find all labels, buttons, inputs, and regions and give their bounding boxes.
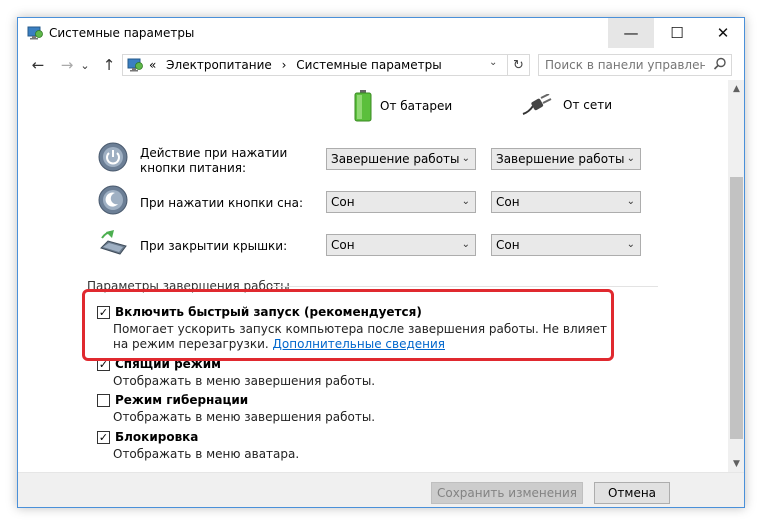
power-button-plugged-select[interactable]: Завершение работы ⌄ <box>491 148 641 170</box>
minimize-button[interactable]: — <box>608 18 654 48</box>
save-changes-button[interactable]: Сохранить изменения <box>431 482 583 504</box>
sleep-button-setting-row: При нажатии кнопки сна: Сон ⌄ Сон ⌄ <box>18 185 728 221</box>
cancel-button[interactable]: Отмена <box>594 482 670 504</box>
power-button-battery-select[interactable]: Завершение работы ⌄ <box>326 148 476 170</box>
lock-option: ✓ Блокировка Отображать в меню аватара. <box>97 430 697 464</box>
vertical-scrollbar[interactable]: ▲ ▼ <box>728 80 744 472</box>
recent-locations-button[interactable]: ⌄ <box>78 54 92 76</box>
select-value: Сон <box>331 195 355 209</box>
arrow-left-icon: ← <box>31 56 45 74</box>
power-plug-icon <box>522 94 552 115</box>
sleep-button-label: При нажатии кнопки сна: <box>140 196 304 210</box>
system-settings-window: Системные параметры — ☐ ✕ ← → ⌄ ↑ « Элек… <box>17 17 745 508</box>
select-value: Завершение работы <box>331 152 460 166</box>
sleep-option: ✓ Спящий режим Отображать в меню заверше… <box>97 357 697 391</box>
sleep-button-plugged-select[interactable]: Сон ⌄ <box>491 191 641 213</box>
plugged-column-label: От сети <box>563 98 613 112</box>
arrow-up-icon: ↑ <box>102 56 116 74</box>
lid-close-setting-row: При закрытии крышки: Сон ⌄ Сон ⌄ <box>18 228 728 264</box>
chevron-down-icon: ⌄ <box>626 153 635 164</box>
lid-close-label: При закрытии крышки: <box>140 239 288 253</box>
power-button-icon <box>98 142 128 172</box>
scrollbar-thumb[interactable] <box>730 177 743 439</box>
sleep-button-battery-select[interactable]: Сон ⌄ <box>326 191 476 213</box>
lock-description: Отображать в меню аватара. <box>113 447 300 461</box>
search-box[interactable] <box>538 54 732 76</box>
chevron-down-icon: ⌄ <box>461 196 470 207</box>
forward-button[interactable]: → <box>56 54 78 76</box>
minimize-icon: — <box>623 24 639 42</box>
maximize-button[interactable]: ☐ <box>654 18 700 48</box>
chevron-down-icon: ⌄ <box>461 239 470 250</box>
triangle-up-icon: ▲ <box>733 83 740 94</box>
lid-close-plugged-select[interactable]: Сон ⌄ <box>491 234 641 256</box>
fast-startup-description: Помогает ускорить запуск компьютера посл… <box>113 322 623 352</box>
close-button[interactable]: ✕ <box>700 18 744 48</box>
chevron-down-icon: ⌄ <box>461 153 470 164</box>
chevron-down-icon: ⌄ <box>80 58 90 72</box>
power-button-setting-row: Действие при нажатии кнопки питания: Зав… <box>18 142 728 178</box>
breadcrumb-system-settings[interactable]: Системные параметры <box>296 58 441 72</box>
triangle-down-icon: ▼ <box>733 458 740 469</box>
chevron-down-icon: ⌄ <box>626 196 635 207</box>
navigation-bar: ← → ⌄ ↑ « Электропитание › Системные пар… <box>18 50 744 80</box>
power-button-label: Действие при нажатии кнопки питания: <box>140 146 288 175</box>
breadcrumb-separator: › <box>281 58 287 72</box>
search-icon <box>713 57 726 70</box>
laptop-lid-icon <box>100 230 127 255</box>
lid-close-battery-select[interactable]: Сон ⌄ <box>326 234 476 256</box>
hibernate-description: Отображать в меню завершения работы. <box>113 410 376 424</box>
control-panel-icon <box>27 26 43 40</box>
select-value: Сон <box>496 238 520 252</box>
up-button[interactable]: ↑ <box>98 54 120 76</box>
back-button[interactable]: ← <box>27 54 49 76</box>
select-value: Завершение работы <box>496 152 625 166</box>
select-value: Сон <box>331 238 355 252</box>
battery-column-label: От батареи <box>380 99 453 113</box>
hibernate-title[interactable]: Режим гибернации <box>115 393 248 407</box>
settings-content: От батареи От сети Действие при нажатии … <box>18 80 728 472</box>
close-icon: ✕ <box>716 24 730 42</box>
breadcrumb-power-options[interactable]: Электропитание <box>166 58 272 72</box>
lock-title[interactable]: Блокировка <box>115 430 198 444</box>
control-panel-icon <box>127 58 143 72</box>
sleep-checkbox[interactable]: ✓ <box>97 358 110 371</box>
sleep-button-icon <box>98 185 128 215</box>
search-input[interactable] <box>545 57 705 73</box>
hibernate-option: Режим гибернации Отображать в меню завер… <box>97 393 697 427</box>
select-value: Сон <box>496 195 520 209</box>
footer-bar: Сохранить изменения Отмена <box>18 472 744 507</box>
breadcrumb: « Электропитание › Системные параметры <box>149 58 448 72</box>
section-divider <box>270 286 658 287</box>
scroll-up-button[interactable]: ▲ <box>728 80 744 97</box>
refresh-icon: ↻ <box>513 57 524 73</box>
title-bar[interactable]: Системные параметры — ☐ ✕ <box>18 18 744 48</box>
address-bar[interactable]: « Электропитание › Системные параметры ⌄… <box>122 54 530 76</box>
hibernate-checkbox[interactable] <box>97 394 110 407</box>
battery-icon <box>354 90 372 122</box>
fast-startup-title[interactable]: Включить быстрый запуск (рекомендуется) <box>115 305 422 319</box>
shutdown-section-title: Параметры завершения работы <box>87 279 290 293</box>
address-dropdown-icon[interactable]: ⌄ <box>489 57 497 68</box>
fast-startup-option: ✓ Включить быстрый запуск (рекомендуется… <box>97 305 697 355</box>
breadcrumb-overflow[interactable]: « <box>149 58 156 72</box>
window-title: Системные параметры <box>49 26 195 40</box>
arrow-right-icon: → <box>60 56 74 74</box>
fast-startup-checkbox[interactable]: ✓ <box>97 306 110 319</box>
battery-column-header: От батареи <box>354 90 452 122</box>
more-info-link[interactable]: Дополнительные сведения <box>273 337 445 351</box>
sleep-description: Отображать в меню завершения работы. <box>113 374 376 388</box>
chevron-down-icon: ⌄ <box>626 239 635 250</box>
refresh-button[interactable]: ↻ <box>507 55 529 75</box>
scroll-down-button[interactable]: ▼ <box>728 455 744 472</box>
plugged-column-header: От сети <box>521 94 612 116</box>
lock-checkbox[interactable]: ✓ <box>97 431 110 444</box>
maximize-icon: ☐ <box>670 24 684 42</box>
sleep-title[interactable]: Спящий режим <box>115 357 221 371</box>
